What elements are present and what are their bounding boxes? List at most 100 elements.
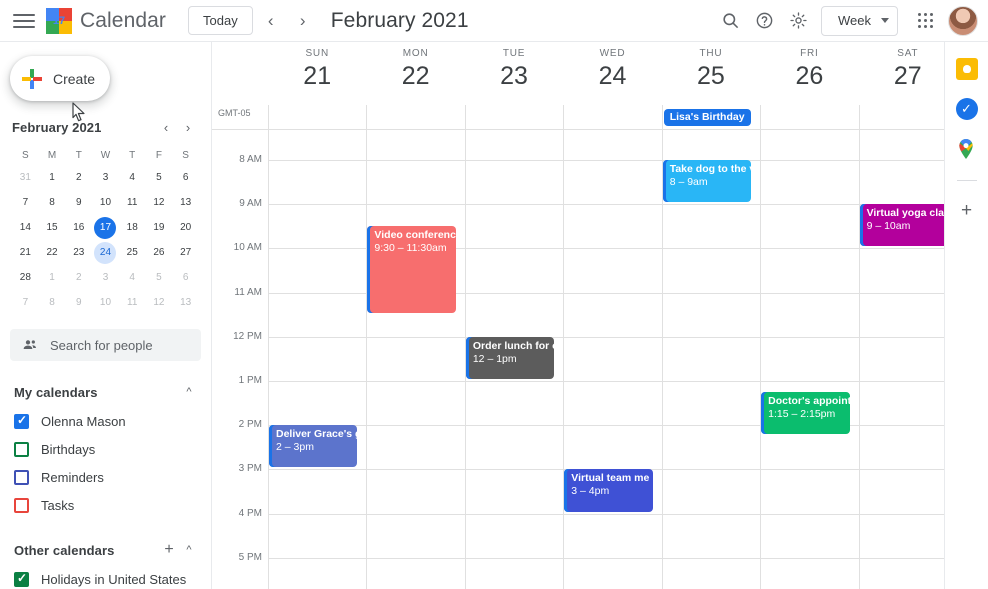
- mini-calendar-day[interactable]: 28: [12, 265, 39, 290]
- mini-calendar-day[interactable]: 2: [65, 265, 92, 290]
- mini-calendar-day[interactable]: 3: [92, 265, 119, 290]
- next-period-button[interactable]: ›: [289, 7, 317, 35]
- mini-calendar-day[interactable]: 19: [146, 215, 173, 240]
- mini-calendar-day[interactable]: 18: [119, 215, 146, 240]
- my-calendars-header[interactable]: My calendars ^: [14, 377, 199, 407]
- calendar-list-item[interactable]: Holidays in United States: [14, 565, 199, 589]
- view-selector[interactable]: Week: [821, 6, 898, 36]
- day-header-number[interactable]: 21: [268, 62, 366, 91]
- calendar-checkbox[interactable]: [14, 470, 29, 485]
- mini-calendar-day[interactable]: 5: [146, 165, 173, 190]
- chevron-up-icon[interactable]: ^: [179, 386, 199, 398]
- create-button[interactable]: Create: [10, 56, 110, 101]
- calendar-list-item[interactable]: Tasks: [14, 491, 199, 519]
- mini-calendar-day[interactable]: 25: [119, 240, 146, 265]
- google-maps-icon[interactable]: [956, 138, 978, 160]
- other-calendars-header[interactable]: Other calendars + ^: [14, 535, 199, 565]
- mini-calendar-day[interactable]: 15: [39, 215, 66, 240]
- day-header-number[interactable]: 22: [366, 62, 464, 91]
- time-grid[interactable]: 8 AM9 AM10 AM11 AM12 PM1 PM2 PM3 PM4 PM5…: [212, 130, 957, 589]
- google-tasks-icon[interactable]: ✓: [956, 98, 978, 120]
- mini-calendar-day[interactable]: 26: [146, 240, 173, 265]
- search-people-input[interactable]: Search for people: [10, 329, 201, 361]
- mini-calendar-day[interactable]: 7: [12, 190, 39, 215]
- mini-calendar-day[interactable]: 5: [146, 265, 173, 290]
- mini-calendar-day[interactable]: 24: [92, 240, 119, 265]
- all-day-column-divider: [859, 105, 860, 130]
- gear-icon[interactable]: [781, 4, 815, 38]
- calendar-event[interactable]: Order lunch for o12 – 1pm: [466, 337, 554, 379]
- mini-calendar-day[interactable]: 10: [92, 190, 119, 215]
- calendar-event[interactable]: Doctor's appoint1:15 – 2:15pm: [761, 392, 849, 434]
- search-icon[interactable]: [713, 4, 747, 38]
- mini-calendar-day[interactable]: 14: [12, 215, 39, 240]
- today-button[interactable]: Today: [188, 6, 253, 35]
- mini-calendar-day[interactable]: 3: [92, 165, 119, 190]
- day-header[interactable]: SAT27: [859, 48, 957, 91]
- chevron-up-icon[interactable]: ^: [179, 544, 199, 556]
- calendar-checkbox[interactable]: [14, 414, 29, 429]
- calendar-checkbox[interactable]: [14, 572, 29, 587]
- day-header[interactable]: WED24: [563, 48, 661, 91]
- add-other-calendar-icon[interactable]: +: [159, 541, 179, 559]
- add-addon-icon[interactable]: +: [961, 201, 972, 221]
- mini-calendar-day[interactable]: 10: [92, 290, 119, 315]
- mini-calendar-day[interactable]: 1: [39, 265, 66, 290]
- mini-calendar-day[interactable]: 9: [65, 290, 92, 315]
- day-header-number[interactable]: 26: [760, 62, 858, 91]
- all-day-event[interactable]: Lisa's Birthday: [664, 109, 751, 126]
- mini-calendar-day[interactable]: 23: [65, 240, 92, 265]
- mini-calendar-day[interactable]: 6: [172, 165, 199, 190]
- mini-calendar-day[interactable]: 11: [119, 190, 146, 215]
- hamburger-menu-icon[interactable]: [12, 12, 36, 30]
- calendar-event[interactable]: Video conference9:30 – 11:30am: [367, 226, 455, 312]
- mini-calendar-day[interactable]: 11: [119, 290, 146, 315]
- day-header[interactable]: SUN21: [268, 48, 366, 91]
- calendar-list-item[interactable]: Reminders: [14, 463, 199, 491]
- calendar-checkbox[interactable]: [14, 498, 29, 513]
- avatar[interactable]: [948, 6, 978, 36]
- day-header-number[interactable]: 24: [563, 62, 661, 91]
- mini-calendar-day[interactable]: 8: [39, 290, 66, 315]
- day-header[interactable]: TUE23: [465, 48, 563, 91]
- mini-calendar-day[interactable]: 7: [12, 290, 39, 315]
- google-keep-icon[interactable]: [956, 58, 978, 80]
- day-header-number[interactable]: 25: [662, 62, 760, 91]
- mini-calendar-next-button[interactable]: ›: [177, 116, 199, 138]
- day-header-number[interactable]: 23: [465, 62, 563, 91]
- day-header[interactable]: THU25: [662, 48, 760, 91]
- mini-calendar-day[interactable]: 17: [92, 215, 119, 240]
- mini-calendar-day[interactable]: 9: [65, 190, 92, 215]
- day-header-number[interactable]: 27: [859, 62, 957, 91]
- calendar-list-item[interactable]: Olenna Mason: [14, 407, 199, 435]
- calendar-list-item[interactable]: Birthdays: [14, 435, 199, 463]
- mini-calendar-day[interactable]: 22: [39, 240, 66, 265]
- mini-calendar-prev-button[interactable]: ‹: [155, 116, 177, 138]
- calendar-event[interactable]: Virtual yoga clas9 – 10am: [860, 204, 948, 246]
- mini-calendar-day[interactable]: 31: [12, 165, 39, 190]
- mini-calendar-day[interactable]: 4: [119, 165, 146, 190]
- mini-calendar-day[interactable]: 27: [172, 240, 199, 265]
- mini-calendar-day[interactable]: 13: [172, 190, 199, 215]
- previous-period-button[interactable]: ‹: [257, 7, 285, 35]
- mini-calendar-day[interactable]: 1: [39, 165, 66, 190]
- calendar-checkbox[interactable]: [14, 442, 29, 457]
- apps-grid-icon[interactable]: [908, 4, 942, 38]
- mini-calendar-day[interactable]: 16: [65, 215, 92, 240]
- calendar-event[interactable]: Deliver Grace's g2 – 3pm: [269, 425, 357, 467]
- mini-calendar-day[interactable]: 4: [119, 265, 146, 290]
- help-icon[interactable]: [747, 4, 781, 38]
- mini-calendar-day[interactable]: 20: [172, 215, 199, 240]
- mini-calendar-day[interactable]: 6: [172, 265, 199, 290]
- mini-calendar-day[interactable]: 13: [172, 290, 199, 315]
- mini-calendar-day[interactable]: 8: [39, 190, 66, 215]
- mini-calendar-day[interactable]: 2: [65, 165, 92, 190]
- mini-calendar-day[interactable]: 12: [146, 290, 173, 315]
- day-header[interactable]: MON22: [366, 48, 464, 91]
- mini-calendar-day[interactable]: 12: [146, 190, 173, 215]
- mini-calendar-day[interactable]: 21: [12, 240, 39, 265]
- all-day-row[interactable]: Lisa's Birthday: [212, 105, 957, 130]
- day-header[interactable]: FRI26: [760, 48, 858, 91]
- calendar-event[interactable]: Virtual team me3 – 4pm: [564, 469, 652, 511]
- calendar-event[interactable]: Take dog to the v8 – 9am: [663, 160, 751, 202]
